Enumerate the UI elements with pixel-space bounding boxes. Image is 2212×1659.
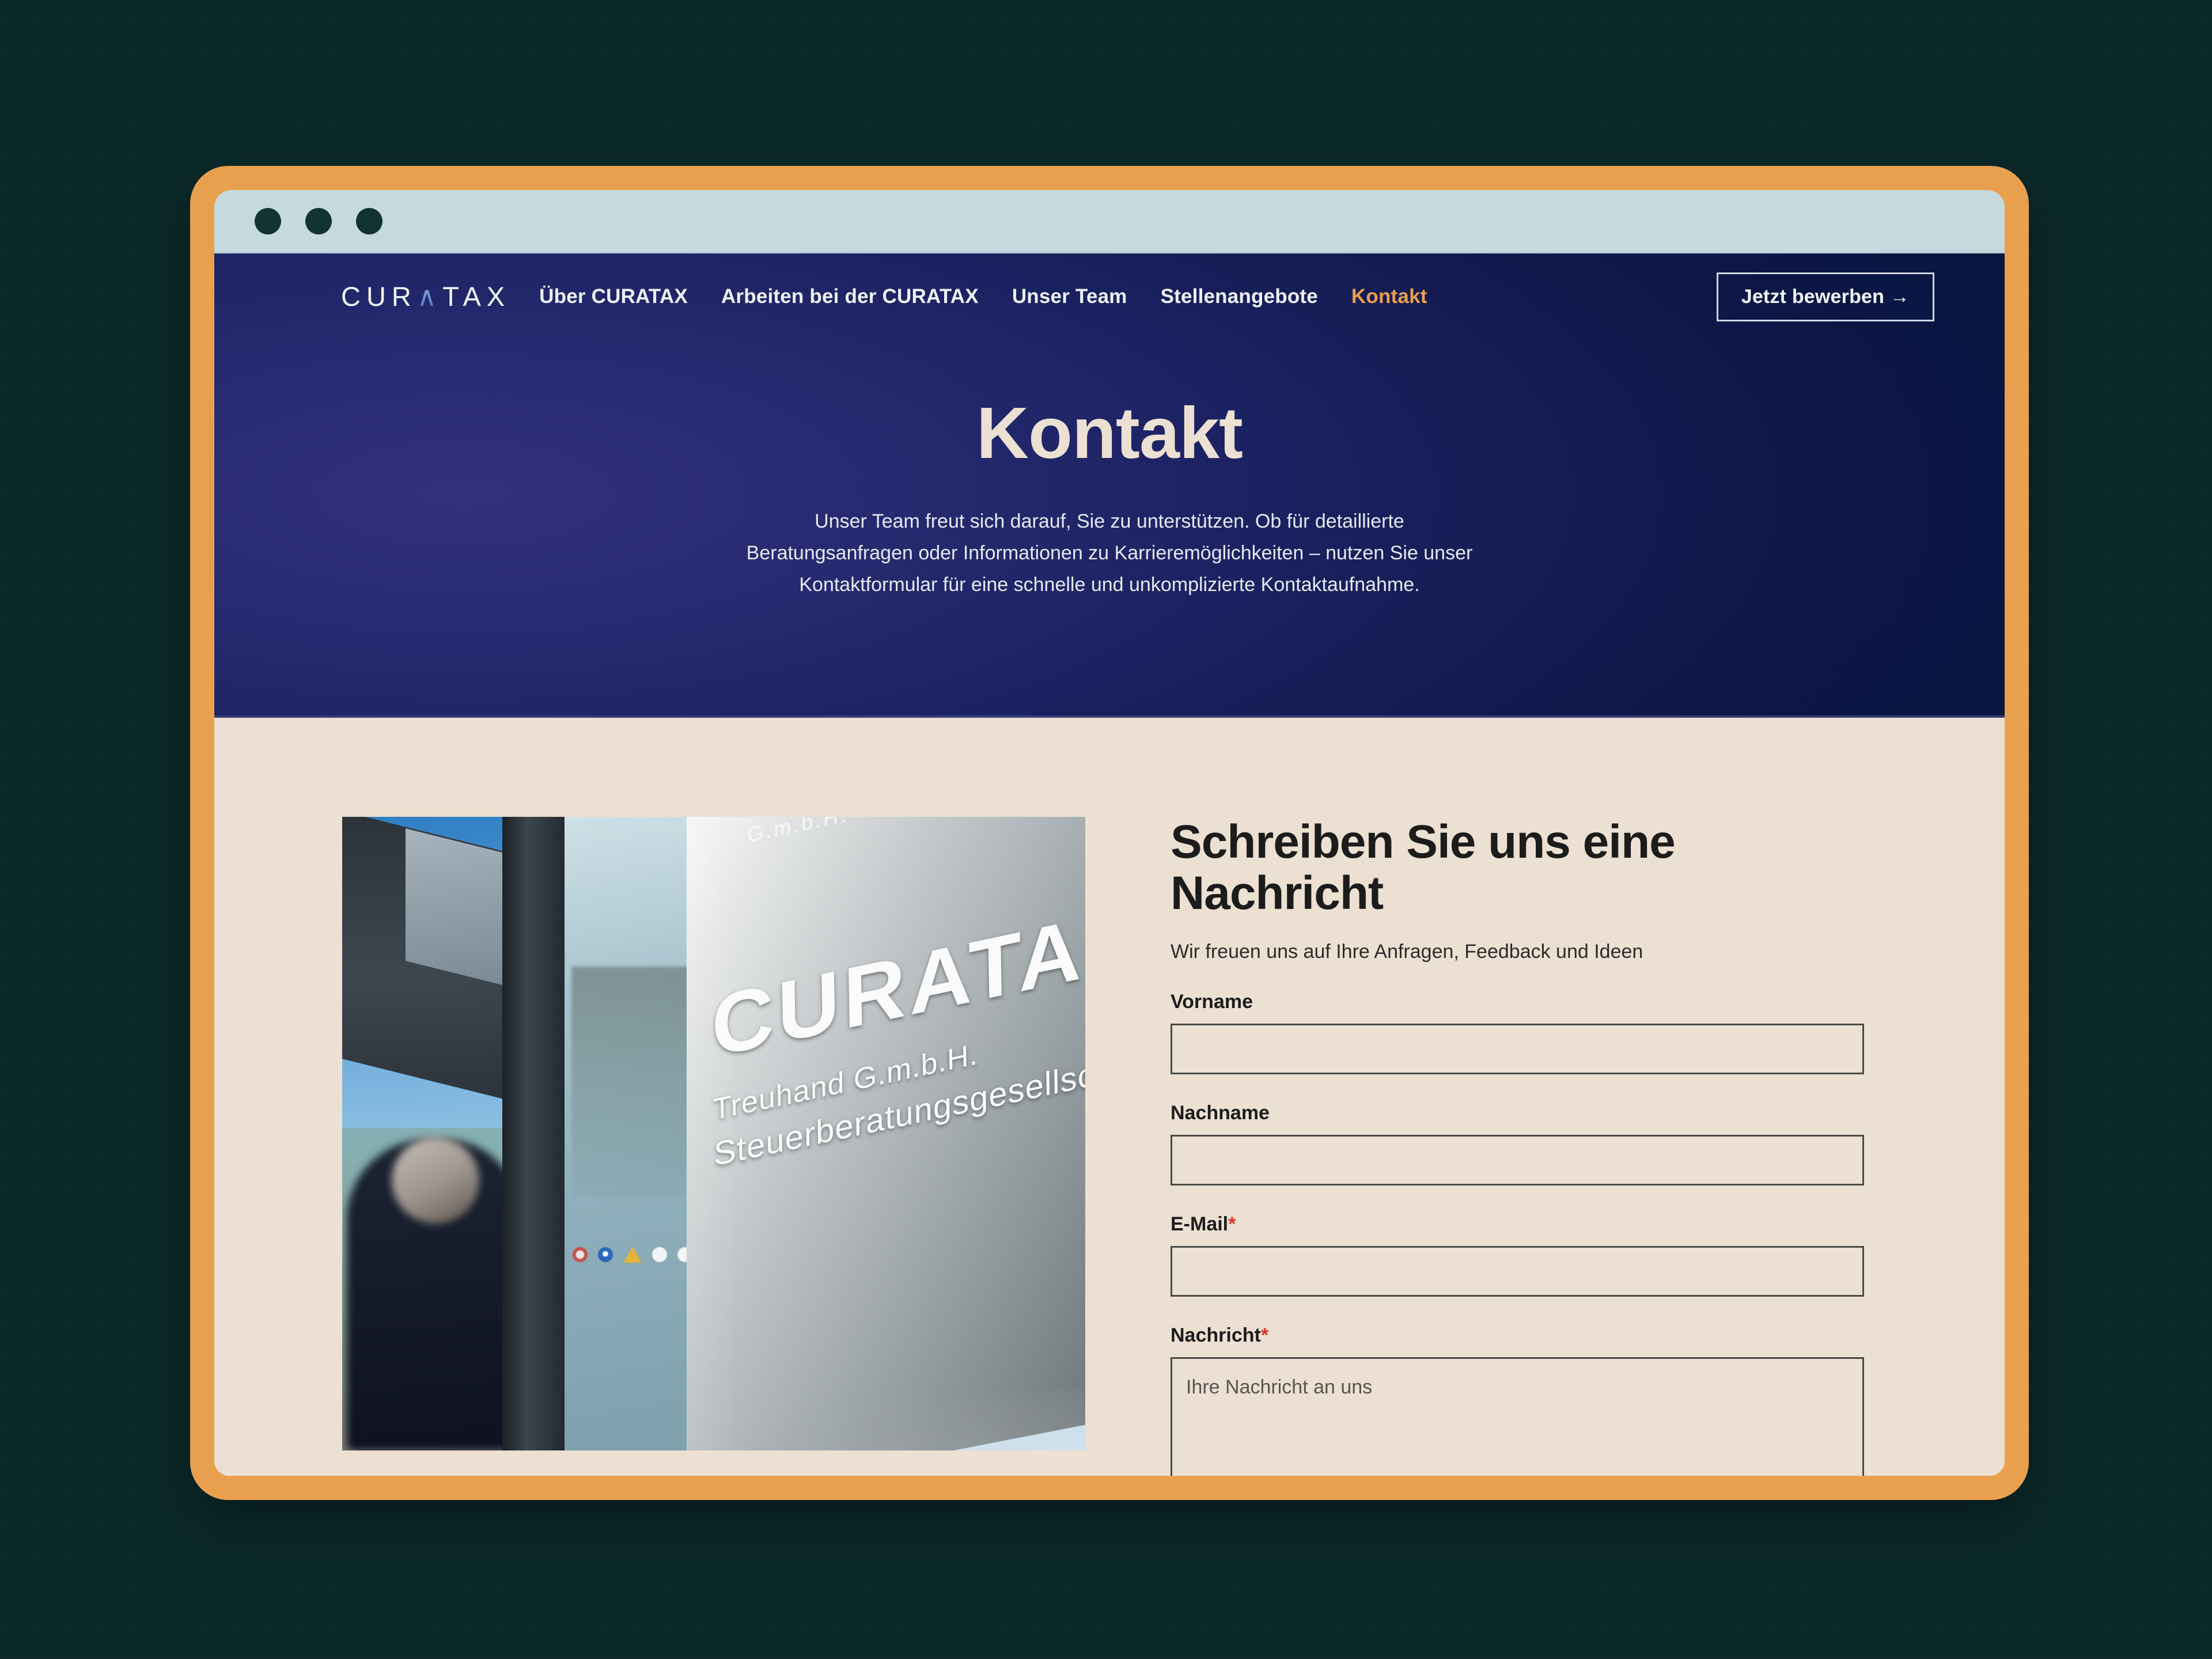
browser-titlebar	[214, 190, 2005, 253]
hero-subtitle: Unser Team freut sich darauf, Sie zu unt…	[746, 510, 1473, 596]
label-email: E-Mail*	[1171, 1213, 1864, 1236]
photo-direction-sign-icon	[598, 1247, 613, 1262]
browser-window: CUR∧TAX Über CURATAX Arbeiten bei der CU…	[214, 190, 2005, 1476]
nav-item-arbeiten-bei-der-curatax[interactable]: Arbeiten bei der CURATAX	[721, 285, 979, 308]
nav-item-kontakt[interactable]: Kontakt	[1351, 285, 1427, 308]
hero-body: Kontakt Unser Team freut sich darauf, Si…	[214, 340, 2005, 601]
photo-blank-sign-icon-1	[652, 1247, 667, 1262]
contact-form: Schreiben Sie uns eine Nachricht Wir fre…	[1085, 816, 2005, 1476]
site-navbar: CUR∧TAX Über CURATAX Arbeiten bei der CU…	[214, 253, 2005, 340]
site-logo[interactable]: CUR∧TAX	[341, 281, 510, 313]
email-input[interactable]	[1171, 1246, 1864, 1297]
label-nachricht-text: Nachricht	[1171, 1324, 1261, 1347]
page-viewport: CUR∧TAX Über CURATAX Arbeiten bei der CU…	[214, 253, 2005, 1476]
field-email: E-Mail*	[1171, 1213, 1864, 1297]
label-email-required-marker: *	[1228, 1213, 1236, 1236]
form-subheading: Wir freuen uns auf Ihre Anfragen, Feedba…	[1171, 941, 1643, 963]
photo-warning-sign-icon	[623, 1247, 642, 1263]
window-close-button[interactable]	[255, 207, 281, 234]
form-heading: Schreiben Sie uns eine Nachricht	[1171, 816, 1676, 919]
window-minimize-button[interactable]	[305, 207, 332, 234]
photo-person-head	[392, 1137, 479, 1224]
contact-content: CU Vermögensverwaltung G.m.b.H. CURATAX …	[214, 718, 2005, 1476]
logo-suffix: TAX	[442, 281, 511, 312]
logo-wedge-icon: ∧	[416, 281, 443, 312]
photo-window-mullion	[502, 817, 565, 1450]
label-nachname: Nachname	[1171, 1102, 1270, 1124]
nav-item-unser-team[interactable]: Unser Team	[1012, 285, 1127, 308]
photo-column: CU Vermögensverwaltung G.m.b.H. CURATAX …	[214, 817, 1085, 1450]
nachricht-textarea[interactable]	[1171, 1357, 1864, 1476]
field-nachname: Nachname	[1171, 1102, 1864, 1186]
browser-frame: CUR∧TAX Über CURATAX Arbeiten bei der CU…	[190, 166, 2029, 1500]
label-nachricht-required-marker: *	[1260, 1324, 1269, 1347]
nav-item-stellenangebote[interactable]: Stellenangebote	[1161, 285, 1318, 308]
apply-now-button[interactable]: Jetzt bewerben →	[1716, 272, 1934, 321]
page-title: Kontakt	[976, 392, 1243, 474]
logo-prefix: CUR	[341, 281, 417, 312]
field-vorname: Vorname	[1171, 991, 1864, 1075]
label-nachricht: Nachricht*	[1171, 1324, 1864, 1347]
vorname-input[interactable]	[1171, 1024, 1864, 1075]
nav-links: Über CURATAX Arbeiten bei der CURATAX Un…	[539, 285, 1427, 308]
photo-speed-limit-sign-icon	[573, 1247, 588, 1262]
hero-section: CUR∧TAX Über CURATAX Arbeiten bei der CU…	[214, 253, 2005, 718]
label-email-text: E-Mail	[1171, 1213, 1229, 1236]
photo-main-sign-panel	[687, 817, 1085, 1450]
field-nachricht: Nachricht*	[1171, 1324, 1864, 1476]
label-vorname: Vorname	[1171, 991, 1253, 1013]
nachname-input[interactable]	[1171, 1135, 1864, 1186]
window-maximize-button[interactable]	[356, 207, 382, 234]
nav-item-ueber-curatax[interactable]: Über CURATAX	[539, 285, 688, 308]
office-photo: CU Vermögensverwaltung G.m.b.H. CURATAX …	[342, 817, 1085, 1450]
